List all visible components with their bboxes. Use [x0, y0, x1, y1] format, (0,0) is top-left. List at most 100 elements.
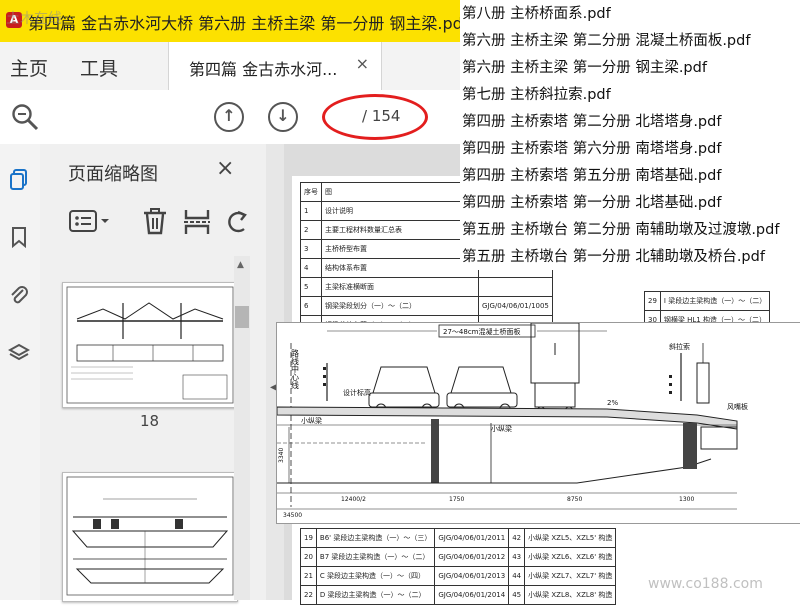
delete-page-icon[interactable]: [140, 206, 170, 236]
table-cell: 20: [300, 547, 317, 567]
table-cell: C 梁段边主梁构造（一）～（四）: [315, 566, 436, 586]
window-title: 第四篇 金古赤水河大桥 第六册 主桥主梁 第一分册 钢主梁.pdf - A: [28, 14, 496, 33]
file-list-item[interactable]: 第四册 主桥索塔 第六分册 南塔塔身.pdf: [462, 137, 721, 158]
toolbar: ↑ ↓ / 154: [0, 90, 460, 145]
zoom-search-icon[interactable]: [10, 102, 40, 132]
table-cell: 44: [508, 566, 526, 586]
scroll-up-icon[interactable]: ▲: [237, 260, 244, 270]
table-cell: 小纵梁 XZL6、XZL6' 构造: [524, 547, 617, 567]
thumbnail-page-number: 18: [140, 412, 160, 430]
bridge-cross-section-drawing: 27～48cm混凝土桥面板 路线中心线 设计标高 斜拉索 风嘴板 2% 小纵梁 …: [276, 322, 800, 524]
panel-close-button[interactable]: ×: [216, 156, 234, 181]
rotate-page-icon[interactable]: [224, 206, 250, 236]
table-cell: 4: [300, 258, 322, 278]
tab-close-button[interactable]: ×: [356, 54, 369, 73]
table-row: 20 B7 梁段边主梁构造（一）～（二） GJG/04/06/01/2012 43 小纵…: [300, 547, 617, 567]
file-list-item[interactable]: 第四册 主桥索塔 第二分册 北塔塔身.pdf: [462, 110, 721, 131]
stay-cable-label: 斜拉索: [669, 342, 690, 351]
table-cell: 结构体系布置: [321, 258, 479, 278]
scroll-thumb[interactable]: [235, 306, 249, 328]
extract-page-icon[interactable]: [182, 206, 212, 236]
drawing-index-table-lower: 19 B6' 梁段边主梁构造（一）～（三） GJG/04/06/01/2011 42 小…: [300, 528, 617, 605]
watermark-bottom: www.co188.com: [648, 576, 763, 592]
layers-icon[interactable]: [8, 342, 30, 364]
table-cell: D 梁段边主梁构造（一）～（二）: [315, 585, 436, 605]
file-list-item[interactable]: 第五册 主桥墩台 第二分册 南辅助墩及过渡墩.pdf: [462, 218, 779, 239]
file-list-item[interactable]: 第四册 主桥索塔 第五分册 南塔基础.pdf: [462, 164, 721, 185]
table-row: 6 钢梁梁段划分（一）～（二） GJG/04/06/01/1005: [300, 296, 553, 316]
page-thumbnail-19[interactable]: [62, 472, 238, 602]
table-cell: 小纵梁 XZL7、XZL7' 构造: [524, 566, 617, 586]
height-dimension: 3340: [278, 448, 285, 463]
drain-label: 风嘴板: [727, 402, 748, 411]
thumbnail-scrollbar[interactable]: ▲: [234, 256, 250, 600]
table-cell: 小纵梁 XZL5、XZL5' 构造: [524, 528, 617, 548]
small-beam-mid-label: 小纵梁: [491, 424, 512, 433]
bookmark-icon[interactable]: [8, 226, 30, 248]
highlight-ellipse: [322, 94, 428, 140]
page-thumbnail-18[interactable]: [62, 282, 238, 408]
table-header-cell: 序号: [300, 182, 322, 202]
dim-total: 34500: [283, 512, 302, 519]
tab-bar: 主页 工具 第四篇 金古赤水河... ×: [0, 42, 460, 91]
thumbnail-panel: 页面缩略图 × 18: [40, 144, 267, 602]
table-cell: GJG/04/06/01/2012: [434, 547, 510, 567]
watermark-top: 土木在线: [6, 11, 62, 27]
next-page-button[interactable]: ↓: [268, 102, 298, 132]
table-cell: 小纵梁 XZL8、XZL8' 构造: [524, 585, 617, 605]
panel-title: 页面缩略图: [68, 164, 158, 185]
table-cell: 主梁标准横断面: [321, 277, 479, 297]
table-row: 22 D 梁段边主梁构造（一）～（二） GJG/04/06/01/2014 45 小纵梁…: [300, 585, 617, 605]
table-cell: 6: [300, 296, 322, 316]
file-list-item[interactable]: 第六册 主桥主梁 第一分册 钢主梁.pdf: [462, 56, 707, 77]
file-list-item[interactable]: 第五册 主桥墩台 第一分册 北辅助墩及桥台.pdf: [462, 245, 765, 266]
arrow-down-icon: ↓: [276, 106, 290, 125]
tab-document-label: 第四篇 金古赤水河...: [189, 60, 338, 79]
table-cell: GJG/04/06/01/2014: [434, 585, 510, 605]
file-list-item[interactable]: 第六册 主桥主梁 第二分册 混凝土桥面板.pdf: [462, 29, 750, 50]
table-cell: 42: [508, 528, 526, 548]
menu-tools[interactable]: 工具: [80, 54, 118, 81]
table-cell: 2: [300, 220, 322, 240]
truck-icon: [530, 322, 580, 416]
arrow-up-icon: ↑: [222, 106, 236, 125]
dim-left: 12400/2: [341, 496, 366, 503]
table-row: 5 主梁标准横断面: [300, 277, 553, 297]
table-cell: 22: [300, 585, 317, 605]
attachment-icon[interactable]: [8, 284, 30, 306]
table-cell: 设计说明: [321, 201, 479, 221]
table-cell: 3: [300, 239, 322, 259]
table-cell: GJG/04/06/01/2011: [434, 528, 510, 548]
previous-page-button[interactable]: ↑: [214, 102, 244, 132]
menu-home[interactable]: 主页: [10, 54, 48, 81]
file-list: 第八册 主桥桥面系.pdf 第六册 主桥主梁 第二分册 混凝土桥面板.pdf 第六册…: [460, 0, 800, 270]
table-cell: 45: [508, 585, 526, 605]
table-cell: 主要工程材料数量汇总表: [321, 220, 479, 240]
table-cell: 19: [300, 528, 317, 548]
table-cell: [478, 277, 553, 297]
dim-1750: 1750: [449, 496, 464, 503]
table-cell: I 梁段边主梁构造（一）～（二）: [659, 291, 771, 311]
table-cell: 5: [300, 277, 322, 297]
table-cell: B6' 梁段边主梁构造（一）～（三）: [315, 528, 436, 548]
table-row: 19 B6' 梁段边主梁构造（一）～（三） GJG/04/06/01/2011 42 小…: [300, 528, 617, 548]
table-row: 29 I 梁段边主梁构造（一）～（二）: [644, 291, 771, 311]
table-cell: 钢梁梁段划分（一）～（二）: [321, 296, 479, 316]
car-right-icon: [446, 366, 518, 415]
file-list-item[interactable]: 第七册 主桥斜拉索.pdf: [462, 83, 611, 104]
page-thumbnails-icon[interactable]: [8, 168, 30, 190]
barrier-label: 设计标高: [343, 388, 371, 397]
table-cell: 29: [644, 291, 661, 311]
slope-label: 2%: [607, 399, 618, 407]
table-cell: 主桥桥型布置: [321, 239, 479, 259]
table-cell: 43: [508, 547, 526, 567]
file-list-item[interactable]: 第八册 主桥桥面系.pdf: [462, 2, 611, 23]
thumbnail-options-icon[interactable]: [68, 206, 112, 236]
tab-document[interactable]: 第四篇 金古赤水河... ×: [168, 42, 382, 90]
file-list-item[interactable]: 第四册 主桥索塔 第一分册 北塔基础.pdf: [462, 191, 721, 212]
table-cell: 1: [300, 201, 322, 221]
dim-8750: 8750: [567, 496, 582, 503]
table-cell: 21: [300, 566, 317, 586]
car-left-icon: [368, 366, 440, 415]
deck-label: 27～48cm混凝土桥面板: [443, 327, 520, 336]
